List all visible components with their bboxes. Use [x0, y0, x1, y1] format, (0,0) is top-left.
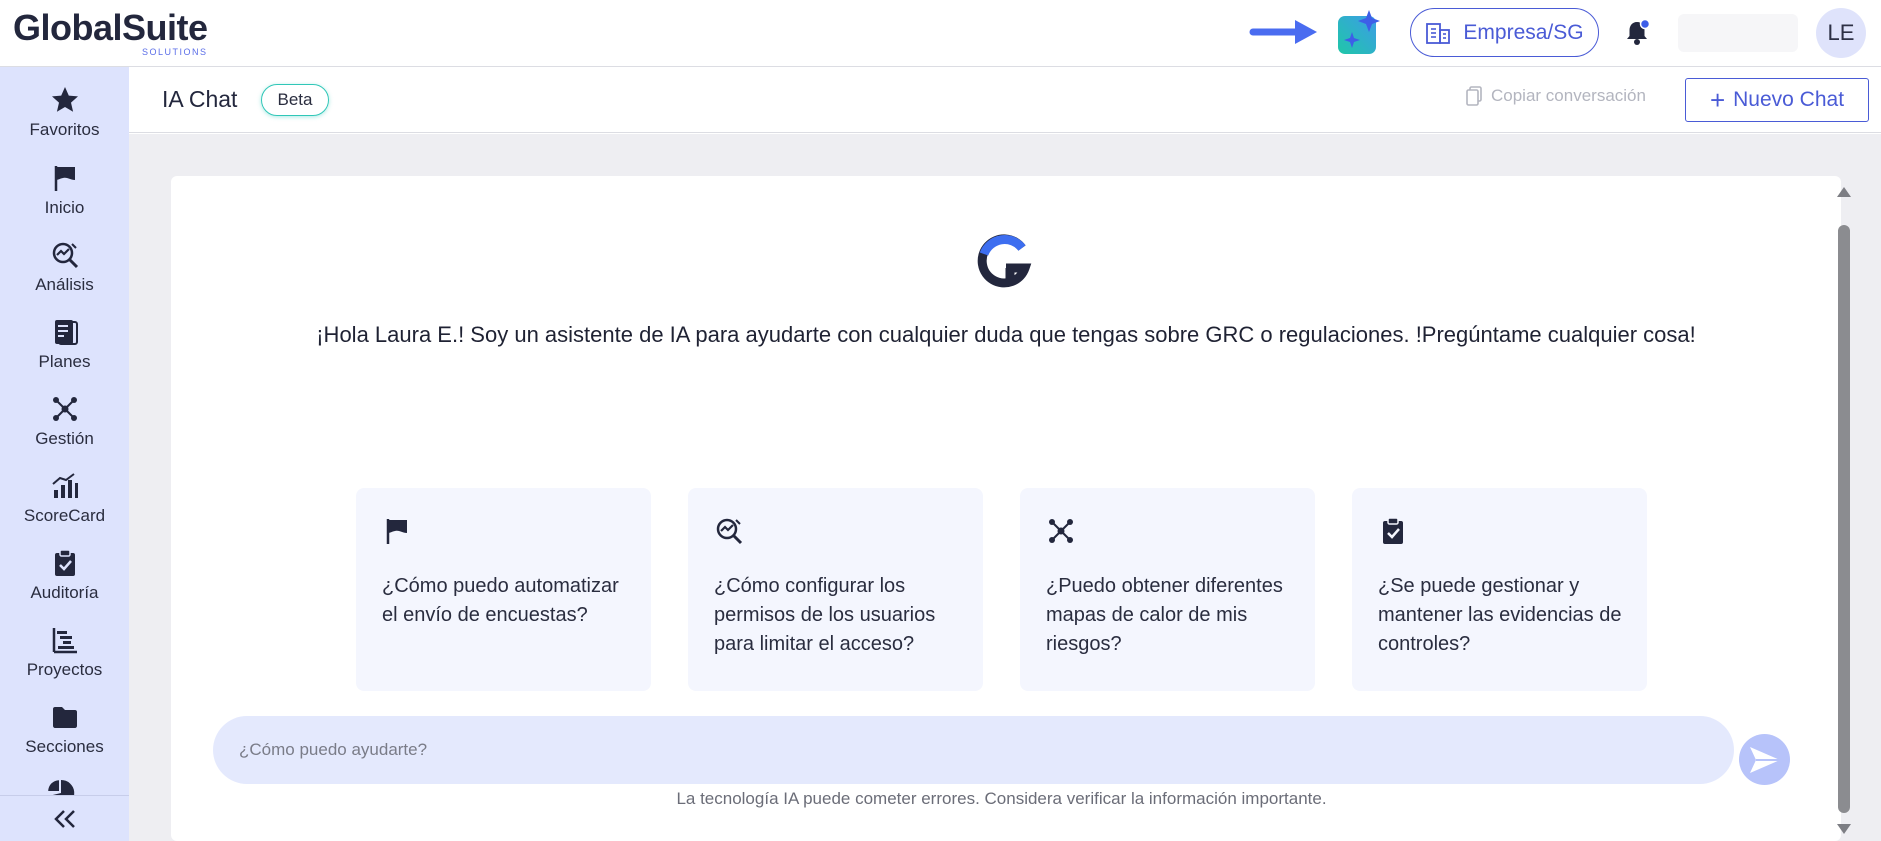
scroll-down-arrow[interactable] — [1837, 824, 1851, 834]
sidebar-item-label: Gestión — [35, 429, 94, 448]
ai-disclaimer: La tecnología IA puede cometer errores. … — [676, 789, 1327, 808]
scroll-up-arrow[interactable] — [1837, 187, 1851, 197]
beta-badge: Beta — [261, 84, 329, 116]
arrow-right-icon — [1249, 20, 1317, 44]
suggestion-card[interactable]: ¿Cómo configurar los permisos de los usu… — [688, 488, 983, 691]
user-avatar[interactable]: LE — [1816, 8, 1866, 58]
sidebar-item-label: Análisis — [35, 275, 94, 294]
globalsuite-g-icon — [977, 234, 1032, 288]
sidebar-item-auditoria[interactable]: Auditoría — [0, 540, 129, 610]
network-icon — [1049, 519, 1073, 543]
sidebar: Favoritos Inicio Análisis Planes Gestión… — [0, 67, 129, 841]
suggestion-text: ¿Cómo puedo automatizar el envío de encu… — [382, 575, 619, 626]
copy-conversation-label: Copiar conversación — [1491, 86, 1646, 105]
copy-icon — [1466, 86, 1482, 106]
clipboard-check-icon — [54, 549, 75, 576]
suggestion-card[interactable]: ¿Cómo puedo automatizar el envío de encu… — [356, 488, 651, 691]
sidebar-item-gestion[interactable]: Gestión — [0, 386, 129, 456]
user-name-placeholder — [1678, 14, 1798, 52]
sidebar-item-analisis[interactable]: Análisis — [0, 232, 129, 302]
bell-icon — [1627, 18, 1651, 45]
gantt-icon — [52, 628, 77, 654]
app-logo[interactable]: GlobalSuite SOLUTIONS — [13, 7, 208, 58]
sidebar-item-label: Favoritos — [29, 120, 100, 139]
logo-text: GlobalSuite — [13, 7, 208, 48]
suggestion-card[interactable]: ¿Se puede gestionar y mantener las evide… — [1352, 488, 1647, 691]
scrollbar-thumb[interactable] — [1838, 225, 1850, 813]
suggestion-text: ¿Puedo obtener diferentes mapas de calor… — [1046, 575, 1283, 655]
sidebar-item-label: ScoreCard — [23, 506, 106, 525]
chevron-double-left-icon — [53, 809, 75, 828]
plans-icon — [54, 320, 78, 345]
star-icon — [51, 87, 78, 112]
ai-assistant-button[interactable] — [1336, 10, 1382, 56]
sidebar-collapse-button[interactable] — [0, 795, 129, 841]
flag-icon — [386, 519, 407, 544]
copy-conversation-button[interactable]: Copiar conversación — [1465, 86, 1646, 106]
suggestion-text: ¿Cómo configurar los permisos de los usu… — [714, 575, 936, 655]
sidebar-item-label: Inicio — [44, 198, 85, 217]
sidebar-item-secciones[interactable]: Secciones — [0, 694, 129, 764]
send-button[interactable] — [1739, 734, 1790, 785]
sidebar-item-scorecard[interactable]: ScoreCard — [0, 463, 129, 533]
sidebar-item-favoritos[interactable]: Favoritos — [0, 77, 129, 147]
network-icon — [52, 397, 77, 421]
notifications-button[interactable] — [1622, 18, 1652, 48]
sidebar-item-planes[interactable]: Planes — [0, 309, 129, 379]
sidebar-item-label: Secciones — [25, 737, 104, 756]
sidebar-item-proyectos[interactable]: Proyectos — [0, 617, 129, 687]
page-title: IA Chat — [162, 86, 238, 112]
greeting-message: ¡Hola Laura E.! Soy un asistente de IA p… — [316, 322, 1696, 347]
folder-icon — [52, 707, 77, 728]
send-icon — [1749, 746, 1780, 773]
new-chat-button[interactable]: + Nuevo Chat — [1685, 78, 1869, 122]
clipboard-check-icon — [1383, 517, 1403, 544]
building-icon — [1426, 22, 1451, 44]
plus-icon: + — [1709, 85, 1726, 115]
sidebar-item-label: Planes — [38, 352, 91, 371]
analysis-icon — [716, 518, 743, 545]
sidebar-item-label: Auditoría — [30, 583, 99, 602]
page-header: IA Chat Beta Copiar conversación + Nuevo… — [129, 67, 1881, 133]
suggestion-card[interactable]: ¿Puedo obtener diferentes mapas de calor… — [1020, 488, 1315, 691]
sidebar-item-inicio[interactable]: Inicio — [0, 155, 129, 225]
new-chat-label: Nuevo Chat — [1733, 88, 1845, 111]
analysis-icon — [52, 242, 78, 269]
suggestion-text: ¿Se puede gestionar y mantener las evide… — [1378, 575, 1622, 655]
company-selector-button[interactable]: Empresa/SG — [1410, 8, 1599, 57]
bar-chart-icon — [51, 473, 78, 498]
logo-subtitle: SOLUTIONS — [142, 47, 208, 57]
chat-input[interactable] — [213, 716, 1734, 784]
flag-icon — [54, 166, 75, 191]
top-bar: GlobalSuite SOLUTIONS Empresa/SG LE — [0, 0, 1881, 67]
sparkle-icon — [1338, 10, 1380, 54]
company-label: Empresa/SG — [1463, 20, 1584, 44]
sidebar-item-label: Proyectos — [26, 660, 103, 679]
